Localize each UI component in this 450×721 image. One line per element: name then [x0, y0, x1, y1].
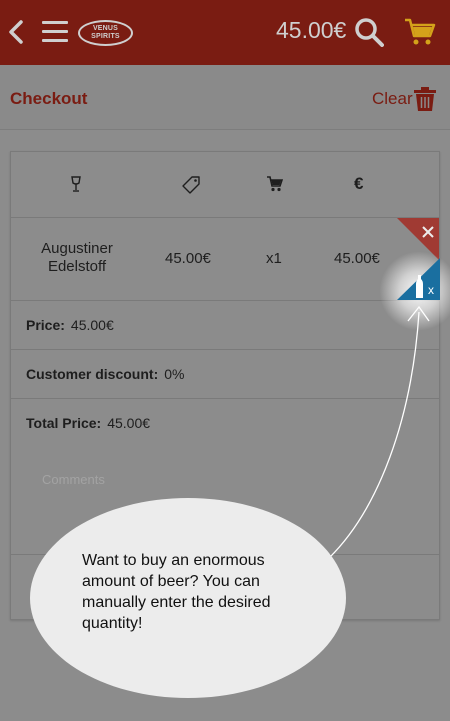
- product-quantity[interactable]: x1: [266, 250, 282, 267]
- quantity-badge: x: [428, 283, 434, 297]
- product-total: 45.00€: [334, 250, 380, 267]
- total-value: 45.00€: [107, 415, 151, 431]
- tooltip-text: Want to buy an enormous amount of beer? …: [82, 552, 271, 632]
- table-row: Augustiner Edelstoff 45.00€ x1 45.00€: [11, 217, 439, 300]
- logo-line1: VENUS: [92, 25, 119, 32]
- comments-input[interactable]: Comments: [42, 472, 105, 487]
- checkout-bar: Checkout Clear: [0, 65, 450, 130]
- price-value: 45.00€: [70, 317, 114, 333]
- product-price: 45.00€: [165, 250, 211, 267]
- price-label: Price:: [26, 317, 65, 333]
- cart-total: 45.00€: [276, 17, 347, 43]
- price-row: Price: 45.00€: [11, 300, 439, 349]
- euro-icon: €: [354, 174, 364, 193]
- total-label: Total Price:: [26, 415, 102, 431]
- logo-line2: SPIRITS: [91, 33, 120, 40]
- clear-button[interactable]: Clear: [372, 89, 413, 109]
- cart-column-icon: [267, 176, 283, 192]
- total-row: Total Price: 45.00€: [11, 398, 439, 447]
- glass-icon: [71, 176, 81, 192]
- discount-label: Customer discount:: [26, 366, 159, 382]
- page-title: Checkout: [10, 89, 88, 108]
- product-name: Augustiner Edelstoff: [41, 240, 113, 275]
- tag-icon: [182, 176, 200, 194]
- brand-logo[interactable]: VENUS SPIRITS: [78, 20, 133, 46]
- app-header: VENUS SPIRITS 45.00€: [0, 0, 450, 65]
- menu-icon[interactable]: [42, 21, 68, 43]
- shopping-cart-icon[interactable]: [404, 17, 436, 47]
- search-icon[interactable]: [354, 17, 384, 47]
- trash-icon[interactable]: [413, 86, 437, 112]
- back-arrow-icon[interactable]: [8, 18, 24, 46]
- quantity-edit-button[interactable]: x: [397, 258, 440, 300]
- discount-row: Customer discount: 0%: [11, 349, 439, 398]
- discount-value: 0%: [164, 366, 185, 382]
